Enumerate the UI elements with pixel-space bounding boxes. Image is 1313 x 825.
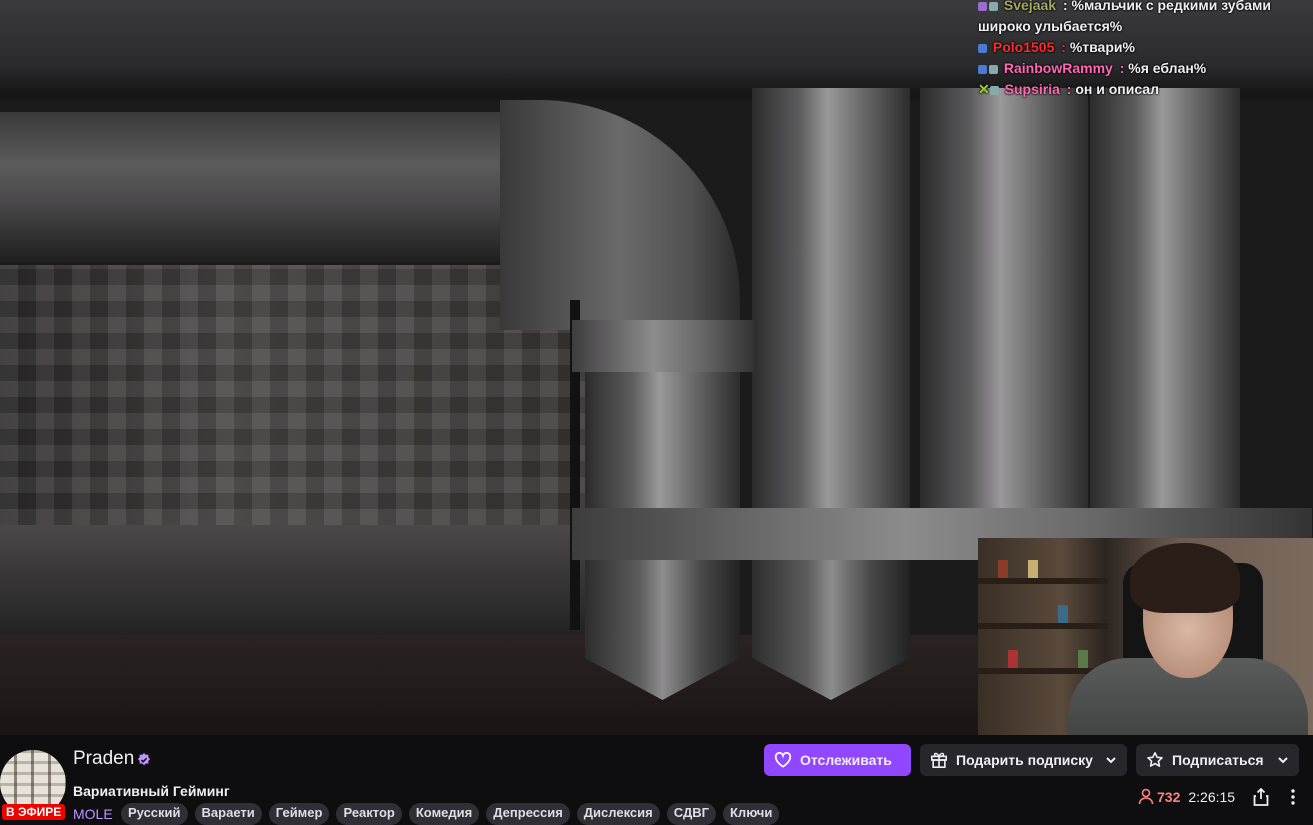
chat-message: широко улыбается% (978, 16, 1308, 37)
tag[interactable]: Русский (121, 803, 188, 825)
heart-icon (774, 752, 792, 768)
chat-overlay: Svejaak : %мальчик с редкими зубами широ… (978, 0, 1308, 100)
webcam-shelf (978, 623, 1108, 629)
star-icon (1147, 751, 1163, 767)
tag[interactable]: Комедия (408, 803, 480, 825)
chat-username: Supsiria (1004, 81, 1060, 97)
chat-username: Svejaak (1003, 0, 1057, 13)
chat-separator: : (1062, 81, 1072, 97)
chat-badge-icon: ✕ (978, 81, 990, 97)
tag[interactable]: Ключи (723, 803, 780, 825)
tag[interactable]: Варaети (194, 803, 262, 825)
video-scene-horizontal-pipe (0, 112, 520, 262)
channel-name[interactable]: Praden (73, 748, 134, 770)
viewer-count: 732 (1157, 788, 1181, 805)
chat-text: %я еблан% (1128, 60, 1207, 76)
chat-message: Polo1505 : %твари% (978, 37, 1308, 58)
chat-badge-icon (978, 43, 987, 53)
stream-uptime: 2:26:15 (1188, 788, 1236, 805)
stream-title: Вариативный Гейминг (73, 783, 230, 799)
subscribe-button[interactable]: Подписаться (1136, 744, 1299, 776)
video-scene-ledge (0, 525, 590, 635)
video-scene-pipe (1090, 88, 1240, 508)
video-scene-pipe (920, 88, 1088, 508)
chat-separator: : (1059, 0, 1068, 13)
tag[interactable]: СДВГ (666, 803, 716, 825)
chat-username: Polo1505 (992, 39, 1055, 55)
chat-message: Svejaak : %мальчик с редкими зубами (978, 0, 1308, 16)
chat-badge-icon (978, 64, 987, 74)
tag[interactable]: Дислексия (576, 803, 660, 825)
more-icon[interactable] (1285, 788, 1301, 806)
follow-button-label: Отслеживать (800, 752, 892, 768)
subscribe-label: Подписаться (1172, 752, 1264, 768)
chat-message: ✕ Supsiria : он и описал (978, 79, 1308, 100)
gift-subscription-button[interactable]: Подарить подписку (920, 744, 1127, 776)
tag-list: Русский Варaети Геймер Реактор Комедия Д… (121, 803, 780, 825)
chevron-down-icon (1278, 757, 1288, 764)
chat-text: %твари% (1069, 39, 1135, 55)
tag[interactable]: Геймер (268, 803, 330, 825)
video-scene-pipe-elbow (500, 100, 740, 330)
webcam-shelf (978, 578, 1108, 584)
follow-button[interactable]: Отслеживать (764, 744, 911, 776)
video-scene-pipe (752, 88, 910, 508)
tag[interactable]: Реактор (336, 803, 402, 825)
video-scene-collar (572, 320, 754, 372)
chat-badge-icon (978, 1, 987, 11)
verified-icon (137, 753, 151, 766)
chat-username: RainbowRammy (1003, 60, 1113, 76)
gift-subscription-label: Подарить подписку (956, 752, 1093, 768)
person-icon (1138, 788, 1154, 805)
share-icon[interactable] (1253, 788, 1269, 806)
webcam-feed (978, 538, 1313, 735)
gift-icon (930, 752, 948, 769)
tag[interactable]: Депрессия (486, 803, 570, 825)
chat-text: он и описал (1075, 81, 1159, 97)
chat-separator: : (1057, 39, 1066, 55)
chat-text: %мальчик с редкими зубами (1071, 0, 1271, 13)
chat-text: широко улыбается% (978, 18, 1123, 34)
chat-separator: : (1115, 60, 1125, 76)
chevron-down-icon (1106, 757, 1116, 764)
chat-message: RainbowRammy : %я еблан% (978, 58, 1308, 79)
video-player[interactable]: Svejaak : %мальчик с редкими зубами широ… (0, 0, 1313, 735)
stream-stats: 732 2:26:15 (1138, 788, 1235, 805)
category-link[interactable]: MOLE (73, 806, 113, 822)
webcam-person-hair (1130, 543, 1240, 613)
